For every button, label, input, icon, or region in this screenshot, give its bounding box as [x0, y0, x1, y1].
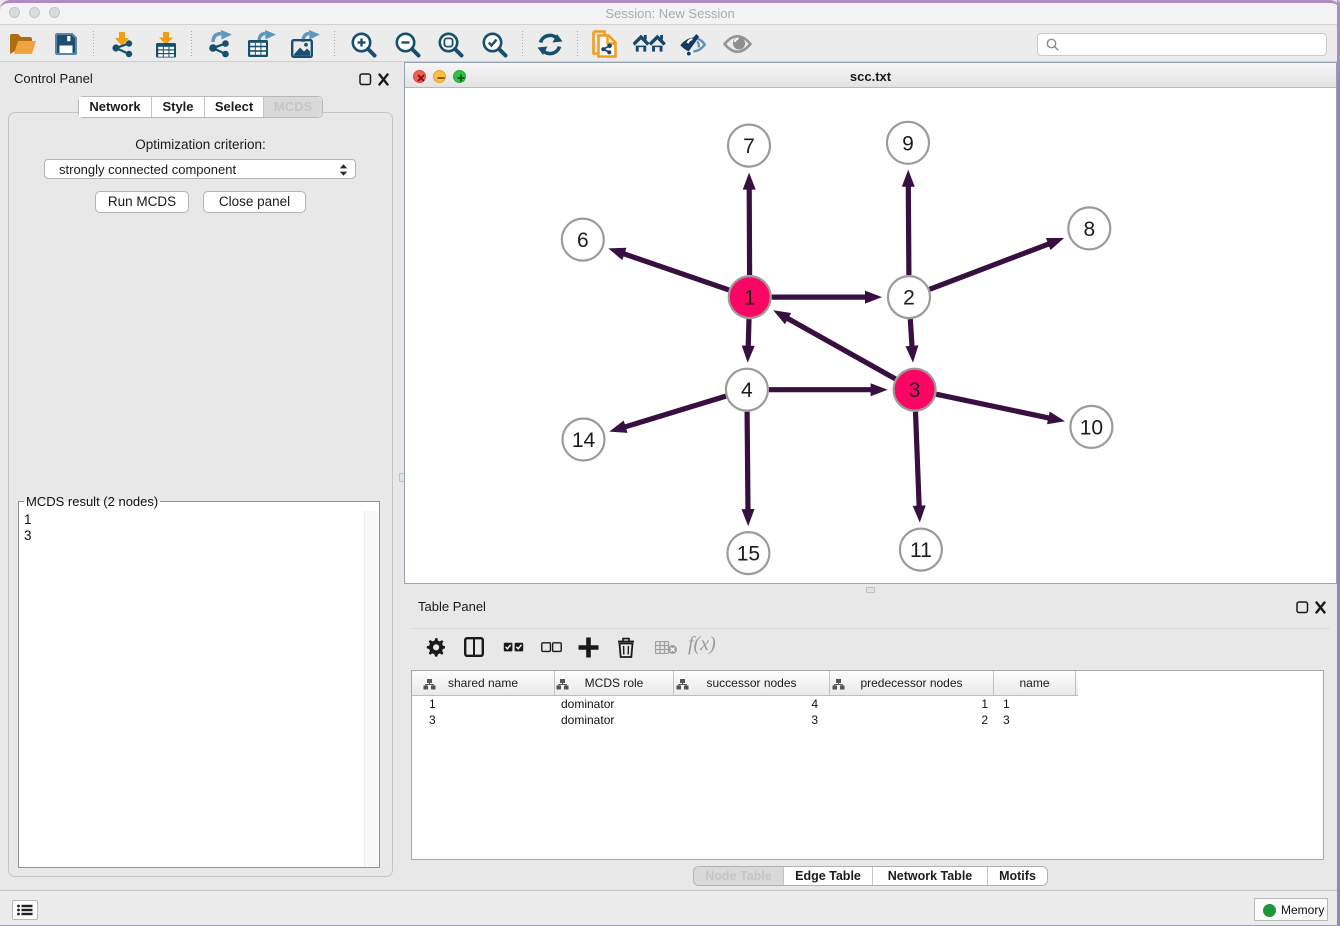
svg-text:9: 9: [902, 132, 914, 155]
svg-text:7: 7: [743, 135, 755, 158]
svg-text:4: 4: [741, 379, 753, 402]
svg-text:2: 2: [903, 287, 915, 310]
svg-text:6: 6: [577, 229, 589, 252]
svg-text:11: 11: [910, 539, 932, 562]
svg-text:3: 3: [909, 379, 921, 402]
svg-text:10: 10: [1080, 416, 1103, 439]
svg-text:15: 15: [737, 543, 760, 566]
svg-text:8: 8: [1083, 218, 1095, 241]
svg-text:1: 1: [744, 287, 756, 310]
svg-text:14: 14: [572, 429, 596, 452]
